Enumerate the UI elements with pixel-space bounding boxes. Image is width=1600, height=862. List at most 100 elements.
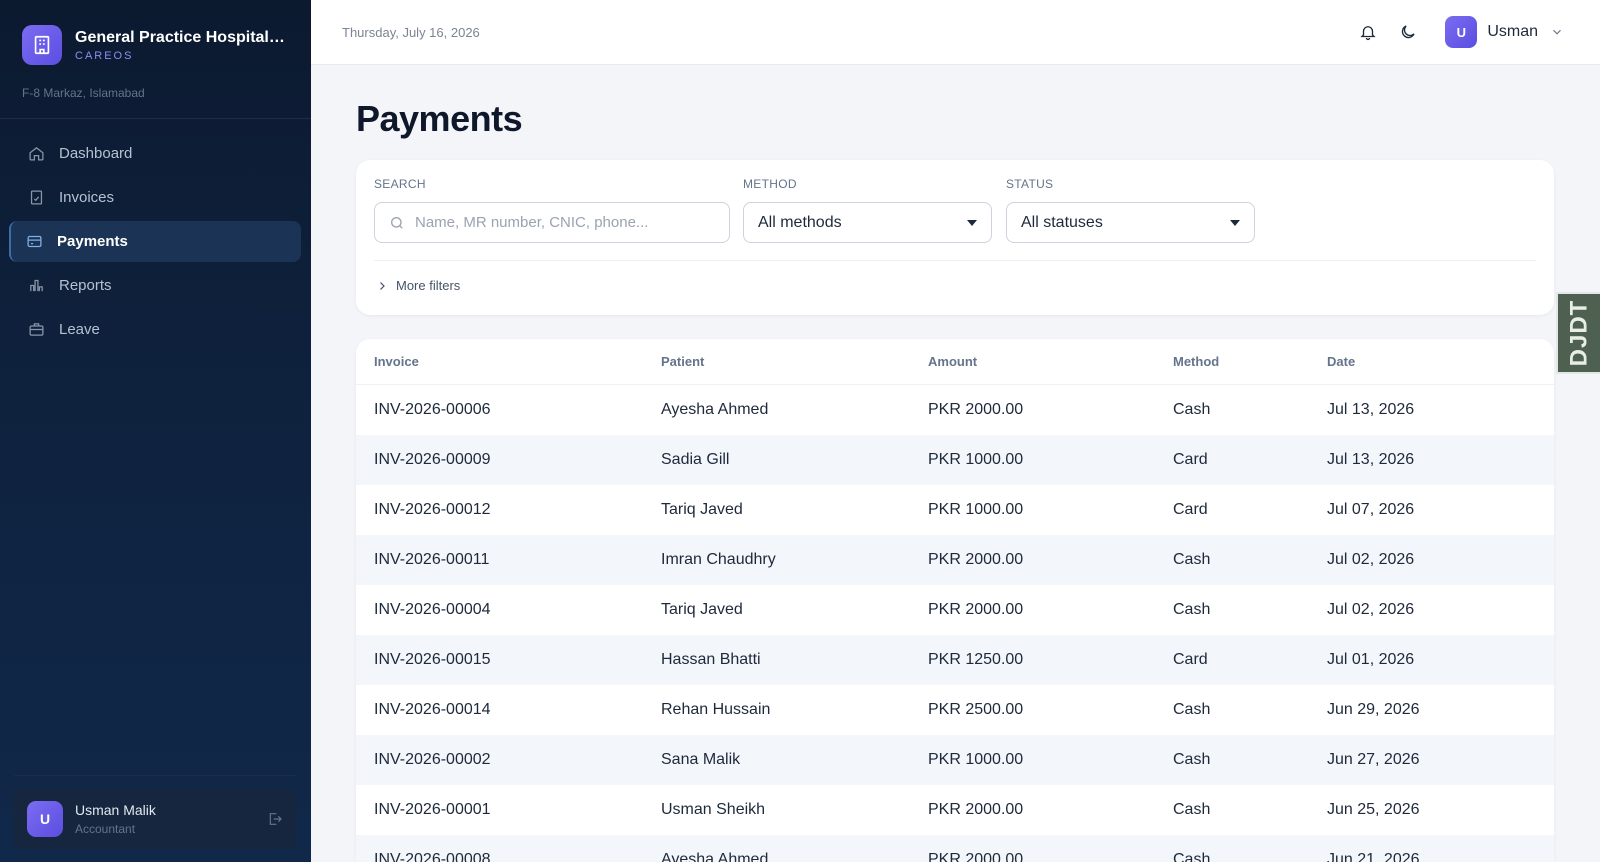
method-select[interactable]: All methods [743,202,992,243]
method-cell: Card [1173,501,1208,518]
debug-toolbar-handle[interactable]: DJDT [1556,292,1600,374]
amount-cell: PKR 1000.00 [928,751,1024,768]
credit-card-icon [27,235,42,248]
avatar[interactable]: U [1445,16,1478,48]
sidebar-item-invoices[interactable]: Invoices [9,177,301,218]
status-select-value: All statuses [1021,213,1103,231]
amount-cell: PKR 2000.00 [928,851,1024,862]
column-header-method[interactable]: Method [1173,354,1327,369]
sidebar: General Practice Hospital I... CAREOS F-… [0,0,311,862]
moon-icon[interactable] [1397,21,1419,43]
briefcase-icon [29,323,44,336]
brand-subtitle: CAREOS [75,49,134,62]
date-cell: Jul 13, 2026 [1327,451,1415,468]
method-cell: Cash [1173,701,1211,718]
table-body: INV-2026-00006 Ayesha Ahmed PKR 2000.00 … [356,385,1554,862]
table-row[interactable]: INV-2026-00002 Sana Malik PKR 1000.00 Ca… [356,735,1554,785]
invoice-cell: INV-2026-00001 [374,801,491,818]
amount-cell: PKR 1000.00 [928,501,1024,518]
amount-cell: PKR 1250.00 [928,651,1024,668]
sidebar-item-label: Payments [57,233,128,250]
date-cell: Jul 02, 2026 [1327,551,1415,568]
table-row[interactable]: INV-2026-00015 Hassan Bhatti PKR 1250.00… [356,635,1554,685]
sidebar-item-label: Leave [59,321,100,338]
bell-icon[interactable] [1357,21,1379,43]
chevron-down-icon[interactable] [1550,25,1564,39]
date-cell: Jun 21, 2026 [1327,851,1420,862]
method-cell: Cash [1173,401,1211,418]
brand: General Practice Hospital I... CAREOS [0,0,311,68]
table-row[interactable]: INV-2026-00014 Rehan Hussain PKR 2500.00… [356,685,1554,735]
patient-cell: Usman Sheikh [661,801,766,818]
sidebar-footer-divider [14,775,297,776]
method-cell: Card [1173,451,1208,468]
hospital-name: General Practice Hospital I... [75,28,287,46]
patient-cell: Sana Malik [661,751,741,768]
invoice-cell: INV-2026-00002 [374,751,491,768]
patient-cell: Tariq Javed [661,601,743,618]
patient-cell: Ayesha Ahmed [661,401,769,418]
table-row[interactable]: INV-2026-00006 Ayesha Ahmed PKR 2000.00 … [356,385,1554,435]
payments-table: Invoice Patient Amount Method Date INV-2… [356,339,1554,862]
sidebar-item-payments[interactable]: Payments [9,221,301,262]
table-row[interactable]: INV-2026-00001 Usman Sheikh PKR 2000.00 … [356,785,1554,835]
method-cell: Cash [1173,551,1211,568]
sidebar-item-label: Dashboard [59,145,133,162]
sidebar-item-label: Invoices [59,189,115,206]
filter-card: SEARCH METHOD All methods STATUS All sta… [356,160,1554,315]
table-row[interactable]: INV-2026-00009 Sadia Gill PKR 1000.00 Ca… [356,435,1554,485]
more-filters-toggle[interactable]: More filters [376,278,460,293]
table-row[interactable]: INV-2026-00004 Tariq Javed PKR 2000.00 C… [356,585,1554,635]
home-icon [29,147,44,161]
date-cell: Jul 02, 2026 [1327,601,1415,618]
amount-cell: PKR 2000.00 [928,401,1024,418]
invoice-cell: INV-2026-00011 [374,551,490,568]
date-cell: Jul 07, 2026 [1327,501,1415,518]
date-cell: Jun 25, 2026 [1327,801,1420,818]
sidebar-divider [0,118,311,119]
more-filters-label: More filters [396,278,461,293]
method-select-value: All methods [758,213,842,231]
bar-chart-icon [30,279,43,292]
column-header-patient[interactable]: Patient [661,354,928,369]
search-field[interactable] [374,202,730,243]
column-header-amount[interactable]: Amount [928,354,1173,369]
current-date: Thursday, July 16, 2026 [342,24,480,40]
invoice-cell: INV-2026-00004 [374,601,491,618]
date-cell: Jun 29, 2026 [1327,701,1420,718]
invoice-cell: INV-2026-00014 [374,701,491,718]
sidebar-nav: Dashboard Invoices Payments Reports Leav… [9,133,301,353]
method-cell: Cash [1173,801,1211,818]
date-cell: Jul 13, 2026 [1327,401,1415,418]
sidebar-item-reports[interactable]: Reports [9,265,301,306]
amount-cell: PKR 2500.00 [928,701,1024,718]
invoice-cell: INV-2026-00008 [374,851,491,862]
invoice-cell: INV-2026-00006 [374,401,491,418]
sidebar-item-leave[interactable]: Leave [9,309,301,350]
page-title: Payments [356,98,523,139]
table-row[interactable]: INV-2026-00008 Ayesha Ahmed PKR 2000.00 … [356,835,1554,862]
hospital-icon [22,25,62,65]
filter-divider [374,260,1536,261]
amount-cell: PKR 2000.00 [928,601,1024,618]
patient-cell: Sadia Gill [661,451,730,468]
sidebar-item-dashboard[interactable]: Dashboard [9,133,301,174]
method-cell: Cash [1173,851,1211,862]
table-row[interactable]: INV-2026-00011 Imran Chaudhry PKR 2000.0… [356,535,1554,585]
column-header-invoice[interactable]: Invoice [356,354,661,369]
amount-cell: PKR 1000.00 [928,451,1024,468]
patient-cell: Tariq Javed [661,501,743,518]
column-header-date[interactable]: Date [1327,354,1554,369]
logout-icon[interactable] [267,811,283,827]
user-menu-name[interactable]: Usman [1487,23,1538,41]
table-row[interactable]: INV-2026-00012 Tariq Javed PKR 1000.00 C… [356,485,1554,535]
date-cell: Jun 27, 2026 [1327,751,1420,768]
search-input[interactable] [415,214,715,231]
invoice-cell: INV-2026-00015 [374,651,491,668]
table-header: Invoice Patient Amount Method Date [356,339,1554,385]
method-cell: Card [1173,651,1208,668]
status-select[interactable]: All statuses [1006,202,1255,243]
user-name: Usman Malik [75,802,156,818]
dropdown-caret-icon [967,219,977,226]
topbar: Thursday, July 16, 2026 U Usman [311,0,1600,65]
